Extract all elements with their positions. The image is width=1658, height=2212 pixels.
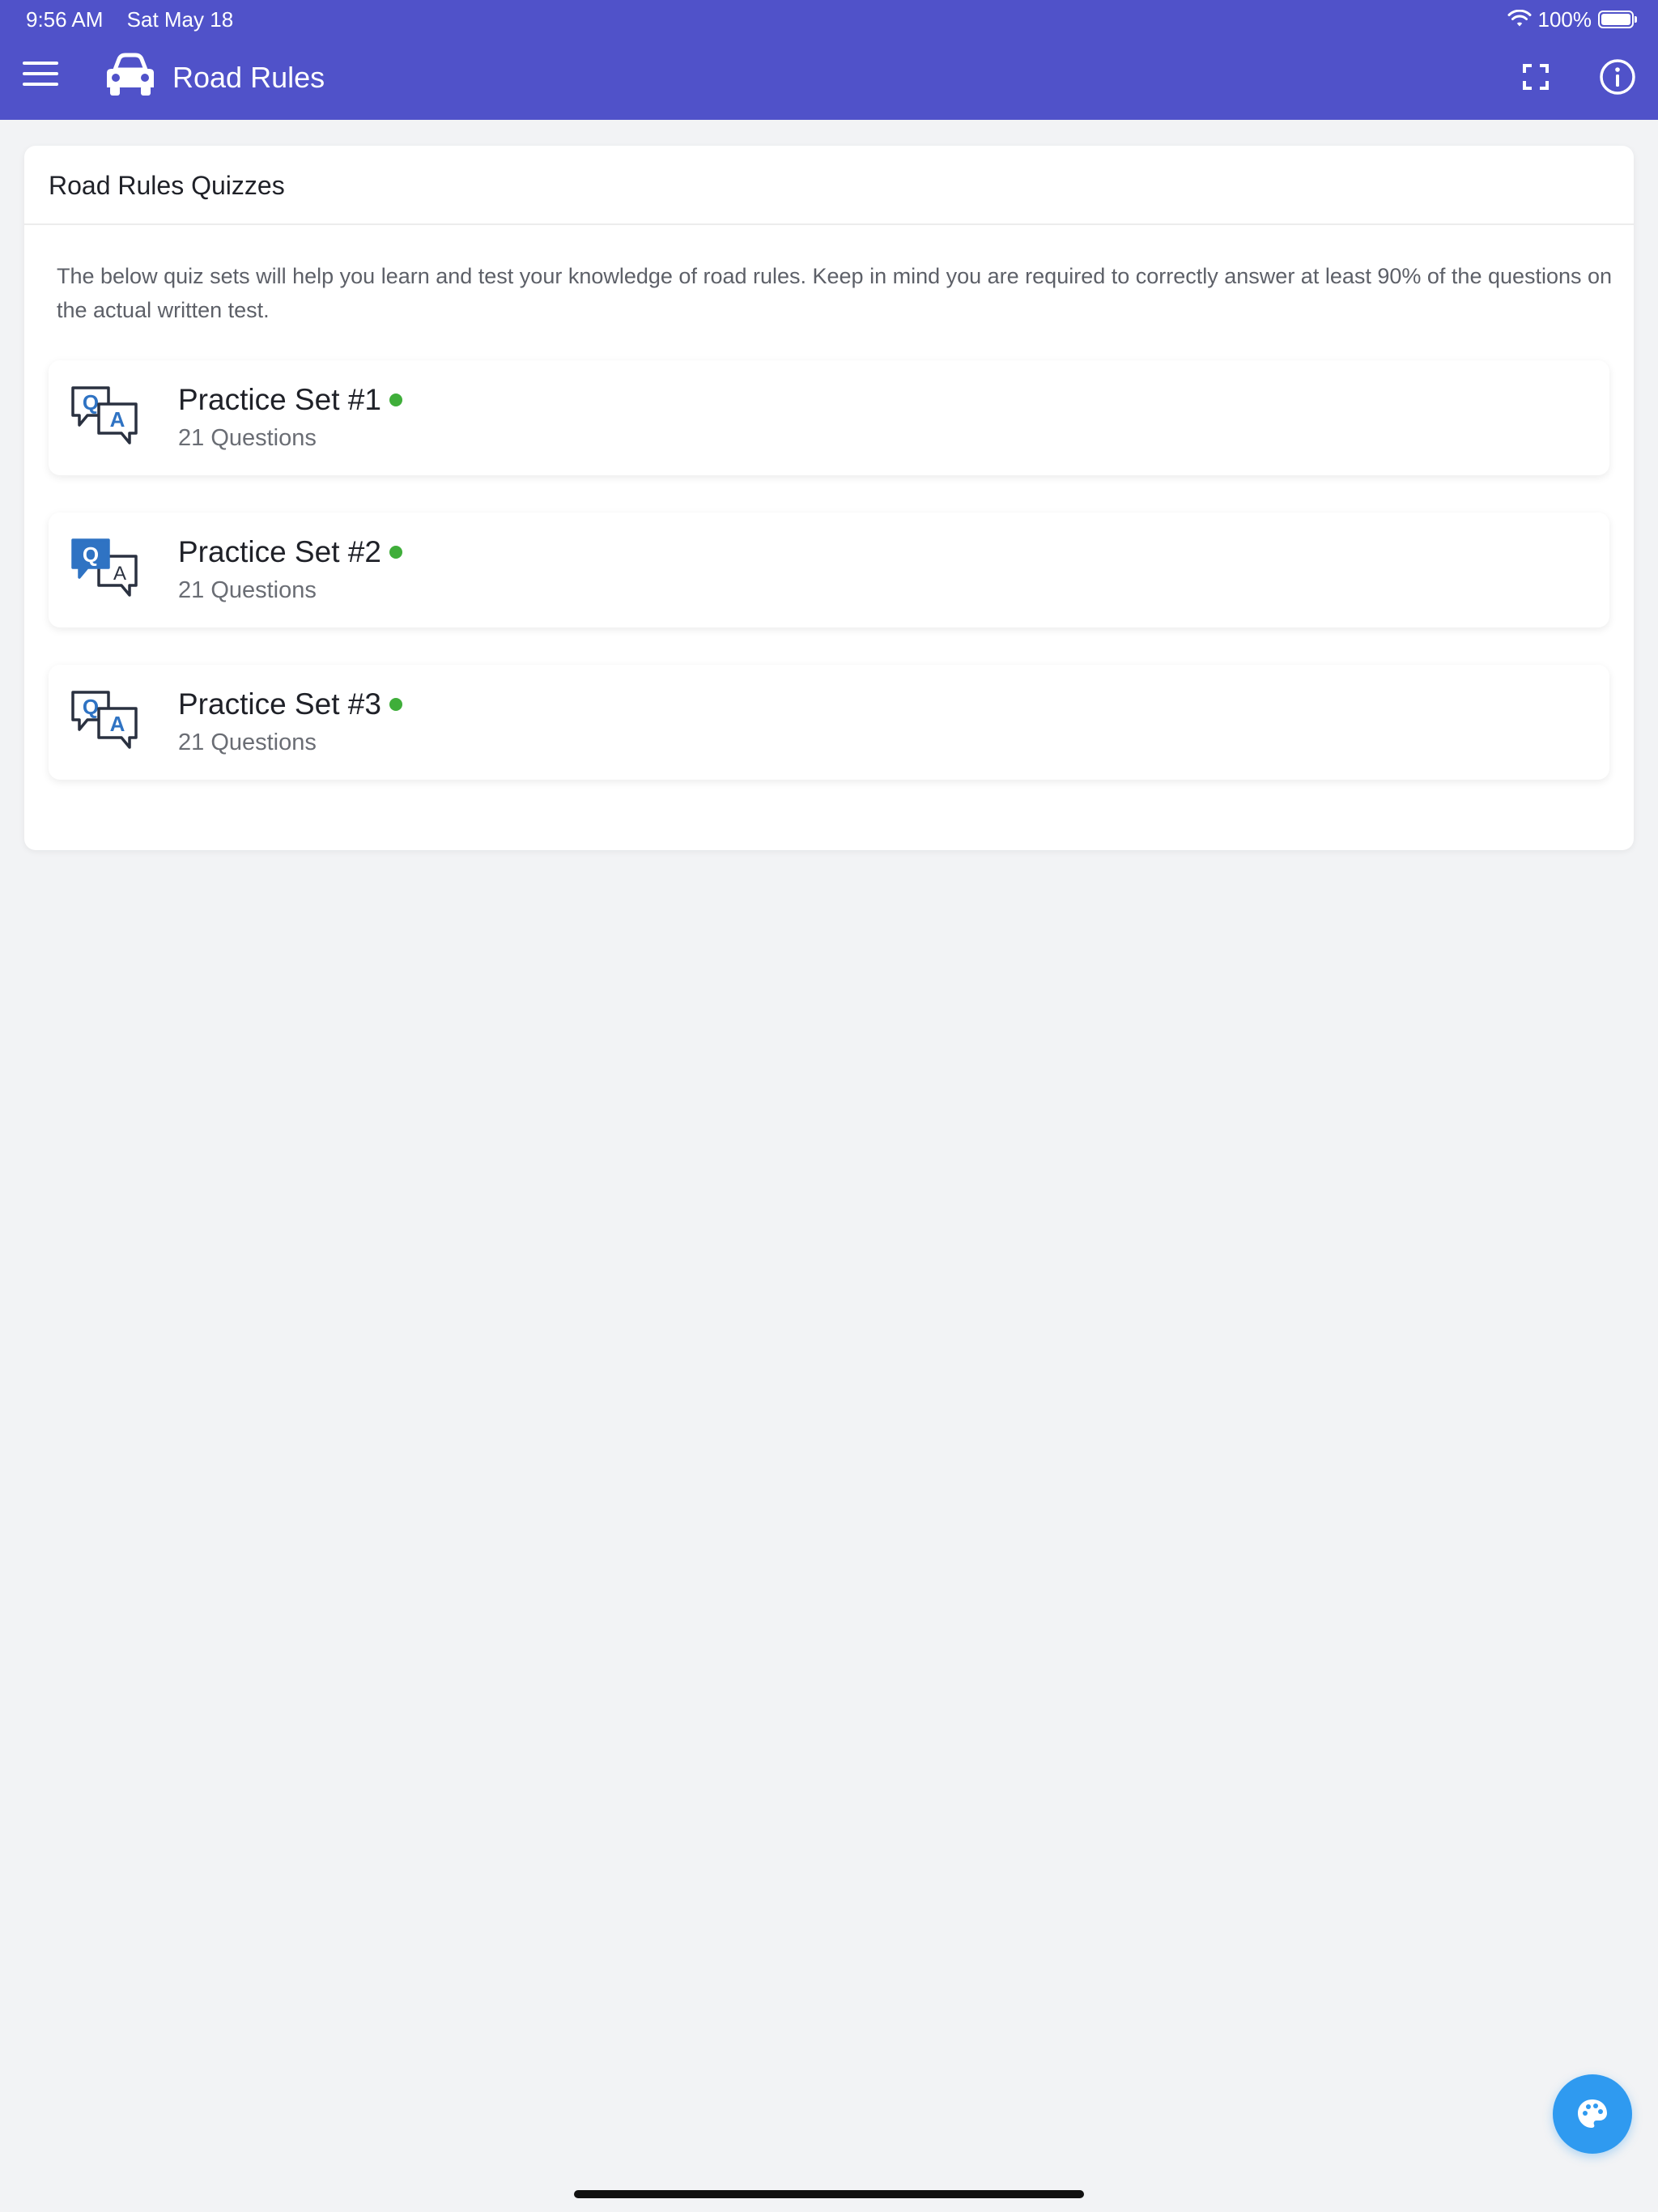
question-answer-icon: A Q [71,538,138,597]
quizzes-card: Road Rules Quizzes The below quiz sets w… [24,146,1634,850]
svg-text:A: A [110,407,125,432]
practice-set-2[interactable]: A Q Practice Set #2 21 Questions [49,513,1609,627]
practice-set-question-count: 21 Questions [178,425,317,451]
practice-set-question-count: 21 Questions [178,730,317,755]
practice-set-title: Practice Set #2 [178,534,402,571]
practice-set-title: Practice Set #1 [178,381,402,419]
status-date: Sat May 18 [126,7,234,32]
home-indicator[interactable] [574,2190,1084,2198]
hamburger-menu-icon[interactable] [23,62,58,91]
app-header: 9:56 AM Sat May 18 100% Road Rules [0,0,1658,120]
svg-text:A: A [113,563,126,585]
status-dot [389,698,402,712]
status-time: 9:56 AM [26,7,104,32]
status-dot [389,393,402,407]
svg-text:Q: Q [83,542,99,567]
status-bar-right: 100% [1507,5,1637,34]
practice-set-question-count: 21 Questions [178,577,317,603]
question-answer-icon: Q A [71,386,138,445]
battery-percent: 100% [1537,6,1592,32]
practice-set-title: Practice Set #3 [178,686,402,723]
svg-text:Q: Q [83,390,99,415]
svg-text:Q: Q [83,695,99,719]
status-dot [389,546,402,559]
card-title: Road Rules Quizzes [24,146,1634,225]
card-description: The below quiz sets will help you learn … [57,264,1613,322]
question-answer-icon: Q A [71,691,138,749]
theme-palette-button[interactable] [1553,2074,1632,2154]
svg-text:A: A [110,712,125,736]
fullscreen-icon[interactable] [1522,63,1550,91]
car-icon [107,53,154,96]
practice-set-1[interactable]: Q A Practice Set #1 21 Questions [49,360,1609,475]
battery-icon [1598,11,1637,28]
palette-icon [1578,2099,1607,2128]
status-bar-left: 9:56 AM Sat May 18 [26,6,233,32]
info-icon[interactable] [1599,58,1636,96]
app-title: Road Rules [172,61,325,94]
wifi-icon [1507,10,1531,27]
practice-set-3[interactable]: Q A Practice Set #3 21 Questions [49,665,1609,780]
